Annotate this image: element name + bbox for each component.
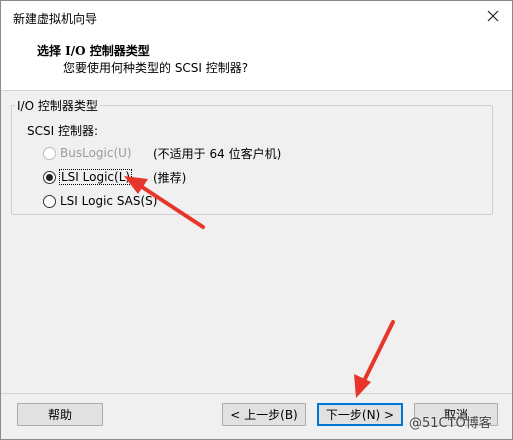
window-title: 新建虚拟机向导 xyxy=(13,12,98,26)
groupbox-label: I/O 控制器类型 xyxy=(15,97,100,114)
back-button[interactable]: < 上一步(B) xyxy=(222,403,306,426)
radio-buslogic: BusLogic(U) xyxy=(43,144,132,162)
radio-lsi-logic-sas[interactable]: LSI Logic SAS(S) xyxy=(43,192,157,210)
scsi-controller-label: SCSI 控制器: xyxy=(27,124,99,138)
radio-note: (不适用于 64 位客户机) xyxy=(153,147,282,161)
title-bar: 新建虚拟机向导 xyxy=(1,1,512,33)
watermark: @51CTO博客 xyxy=(409,416,492,431)
close-icon xyxy=(487,10,499,22)
radio-note: (推荐) xyxy=(153,171,187,185)
page-title: 选择 I/O 控制器类型 xyxy=(37,44,150,58)
radio-circle xyxy=(43,146,56,160)
help-button[interactable]: 帮助 xyxy=(17,403,103,426)
radio-label: LSI Logic SAS(S) xyxy=(60,194,158,208)
page-subtitle: 您要使用何种类型的 SCSI 控制器? xyxy=(63,61,249,75)
radio-circle[interactable] xyxy=(43,170,56,184)
radio-lsi-logic[interactable]: LSI Logic(L) xyxy=(43,168,133,186)
close-button[interactable] xyxy=(480,4,506,28)
next-button[interactable]: 下一步(N) > xyxy=(317,403,403,426)
wizard-window: 新建虚拟机向导 选择 I/O 控制器类型 您要使用何种类型的 SCSI 控制器?… xyxy=(0,0,513,440)
radio-label: LSI Logic(L) xyxy=(58,169,133,185)
wizard-header: 选择 I/O 控制器类型 您要使用何种类型的 SCSI 控制器? xyxy=(1,33,512,91)
footer-separator xyxy=(1,393,512,394)
radio-label: BusLogic(U) xyxy=(60,146,132,160)
radio-circle[interactable] xyxy=(43,194,56,208)
